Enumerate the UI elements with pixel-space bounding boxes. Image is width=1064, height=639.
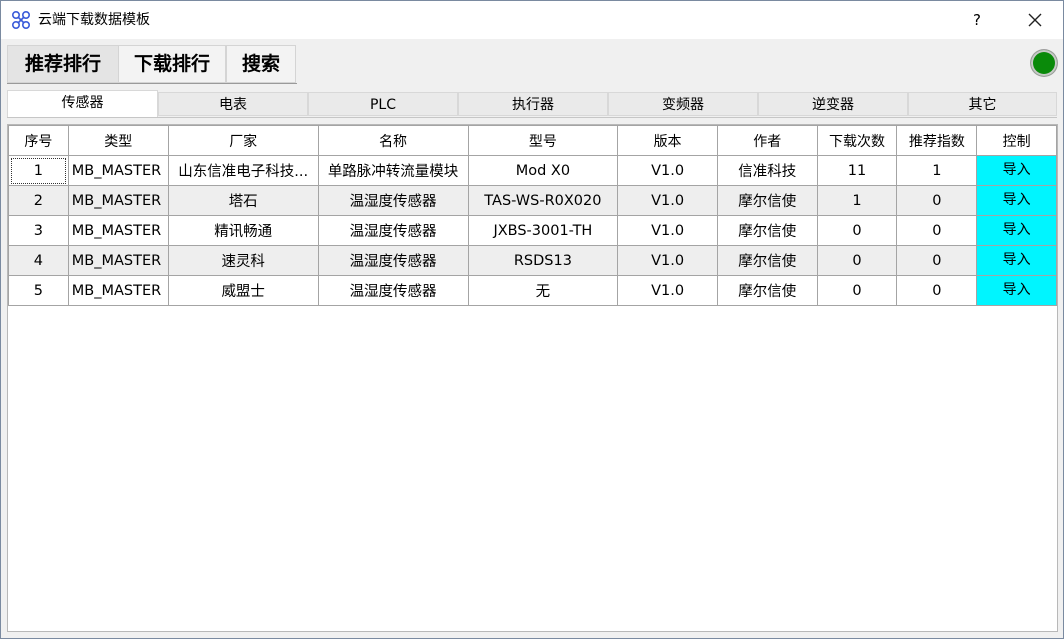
column-header-index[interactable]: 序号 <box>8 125 69 156</box>
column-header-control[interactable]: 控制 <box>976 125 1057 156</box>
cell-control: 导入 <box>976 185 1057 216</box>
column-header-type[interactable]: 类型 <box>67 125 169 156</box>
cell-type[interactable]: MB_MASTER <box>67 185 169 216</box>
cell-author[interactable]: 摩尔信使 <box>716 275 818 306</box>
template-table-area[interactable]: 序号 类型 厂家 名称 型号 版本 作者 下载次数 推荐指数 控制 1 MB_M… <box>7 124 1058 632</box>
cell-index[interactable]: 5 <box>8 275 69 306</box>
column-header-recommend[interactable]: 推荐指数 <box>896 125 978 156</box>
main-tab-bar: 推荐排行 下载排行 搜索 <box>7 45 297 84</box>
help-button[interactable]: ? <box>957 1 997 39</box>
cell-model[interactable]: 无 <box>467 275 619 306</box>
tab-other[interactable]: 其它 <box>908 92 1057 116</box>
cell-recommend[interactable]: 0 <box>896 245 978 276</box>
cell-vendor[interactable]: 精讯畅通 <box>167 215 319 246</box>
cell-model[interactable]: JXBS-3001-TH <box>467 215 619 246</box>
cell-vendor[interactable]: 塔石 <box>167 185 319 216</box>
cell-index[interactable]: 2 <box>8 185 69 216</box>
tab-actuator[interactable]: 执行器 <box>458 92 608 116</box>
cell-type[interactable]: MB_MASTER <box>67 245 169 276</box>
cell-version[interactable]: V1.0 <box>617 275 718 306</box>
table-row[interactable]: 5 MB_MASTER 威盟士 温湿度传感器 无 V1.0 摩尔信使 0 0 导… <box>8 275 1057 306</box>
table-row[interactable]: 3 MB_MASTER 精讯畅通 温湿度传感器 JXBS-3001-TH V1.… <box>8 215 1057 246</box>
cell-version[interactable]: V1.0 <box>617 155 718 186</box>
cell-control: 导入 <box>976 215 1057 246</box>
cell-type[interactable]: MB_MASTER <box>67 215 169 246</box>
cell-name[interactable]: 温湿度传感器 <box>317 215 469 246</box>
cell-control: 导入 <box>976 245 1057 276</box>
cell-recommend[interactable]: 0 <box>896 275 978 306</box>
cell-index[interactable]: 3 <box>8 215 69 246</box>
cell-type[interactable]: MB_MASTER <box>67 275 169 306</box>
cell-author[interactable]: 信准科技 <box>716 155 818 186</box>
cell-downloads[interactable]: 1 <box>816 185 898 216</box>
cell-index[interactable]: 4 <box>8 245 69 276</box>
table-header-row: 序号 类型 厂家 名称 型号 版本 作者 下载次数 推荐指数 控制 <box>8 125 1057 156</box>
cell-control: 导入 <box>976 275 1057 306</box>
import-button[interactable]: 导入 <box>978 187 1056 215</box>
column-header-version[interactable]: 版本 <box>617 125 718 156</box>
tab-recommend-rank[interactable]: 推荐排行 <box>7 45 119 83</box>
cell-author[interactable]: 摩尔信使 <box>716 215 818 246</box>
cell-recommend[interactable]: 0 <box>896 185 978 216</box>
template-table: 序号 类型 厂家 名称 型号 版本 作者 下载次数 推荐指数 控制 1 MB_M… <box>8 125 1057 306</box>
column-header-downloads[interactable]: 下载次数 <box>816 125 898 156</box>
cell-recommend[interactable]: 1 <box>896 155 978 186</box>
cell-downloads[interactable]: 0 <box>816 275 898 306</box>
cell-recommend[interactable]: 0 <box>896 215 978 246</box>
cell-downloads[interactable]: 0 <box>816 245 898 276</box>
table-row[interactable]: 2 MB_MASTER 塔石 温湿度传感器 TAS-WS-R0X020 V1.0… <box>8 185 1057 216</box>
column-header-author[interactable]: 作者 <box>716 125 818 156</box>
cell-index[interactable]: 1 <box>8 155 69 186</box>
cell-model[interactable]: Mod X0 <box>467 155 619 186</box>
cell-control: 导入 <box>976 155 1057 186</box>
app-window: 云端下载数据模板 ? 推荐排行 下载排行 搜索 传感器 电表 PLC 执行器 变… <box>0 0 1064 639</box>
cell-vendor[interactable]: 速灵科 <box>167 245 319 276</box>
cell-version[interactable]: V1.0 <box>617 185 718 216</box>
cell-model[interactable]: RSDS13 <box>467 245 619 276</box>
close-icon <box>1028 13 1042 27</box>
cell-author[interactable]: 摩尔信使 <box>716 245 818 276</box>
table-row[interactable]: 1 MB_MASTER 山东信准电子科技... 单路脉冲转流量模块 Mod X0… <box>8 155 1057 186</box>
cell-model[interactable]: TAS-WS-R0X020 <box>467 185 619 216</box>
cell-name[interactable]: 温湿度传感器 <box>317 245 469 276</box>
tab-search[interactable]: 搜索 <box>226 45 296 83</box>
cell-vendor[interactable]: 山东信准电子科技... <box>167 155 319 186</box>
column-header-model[interactable]: 型号 <box>467 125 619 156</box>
cell-author[interactable]: 摩尔信使 <box>716 185 818 216</box>
window-title: 云端下载数据模板 <box>38 12 150 28</box>
column-header-vendor[interactable]: 厂家 <box>167 125 319 156</box>
tab-plc[interactable]: PLC <box>308 92 458 116</box>
import-button[interactable]: 导入 <box>978 157 1056 185</box>
app-logo-icon <box>11 10 31 30</box>
cell-name[interactable]: 温湿度传感器 <box>317 185 469 216</box>
cell-vendor[interactable]: 威盟士 <box>167 275 319 306</box>
import-button[interactable]: 导入 <box>978 277 1056 305</box>
cell-type[interactable]: MB_MASTER <box>67 155 169 186</box>
column-header-name[interactable]: 名称 <box>317 125 469 156</box>
connection-status-indicator <box>1031 50 1057 76</box>
cell-version[interactable]: V1.0 <box>617 215 718 246</box>
title-bar: 云端下载数据模板 ? <box>1 1 1063 39</box>
cell-downloads[interactable]: 0 <box>816 215 898 246</box>
close-button[interactable] <box>1013 1 1057 39</box>
tab-meter[interactable]: 电表 <box>158 92 308 116</box>
cell-name[interactable]: 单路脉冲转流量模块 <box>317 155 469 186</box>
tab-inverter[interactable]: 逆变器 <box>758 92 908 116</box>
category-tab-bar: 传感器 电表 PLC 执行器 变频器 逆变器 其它 <box>7 90 1057 118</box>
import-button[interactable]: 导入 <box>978 217 1056 245</box>
tab-download-rank[interactable]: 下载排行 <box>118 45 226 83</box>
cell-version[interactable]: V1.0 <box>617 245 718 276</box>
tab-inverter-vfd[interactable]: 变频器 <box>608 92 758 116</box>
table-row[interactable]: 4 MB_MASTER 速灵科 温湿度传感器 RSDS13 V1.0 摩尔信使 … <box>8 245 1057 276</box>
tab-sensor[interactable]: 传感器 <box>7 90 158 117</box>
cell-name[interactable]: 温湿度传感器 <box>317 275 469 306</box>
cell-downloads[interactable]: 11 <box>816 155 898 186</box>
import-button[interactable]: 导入 <box>978 247 1056 275</box>
